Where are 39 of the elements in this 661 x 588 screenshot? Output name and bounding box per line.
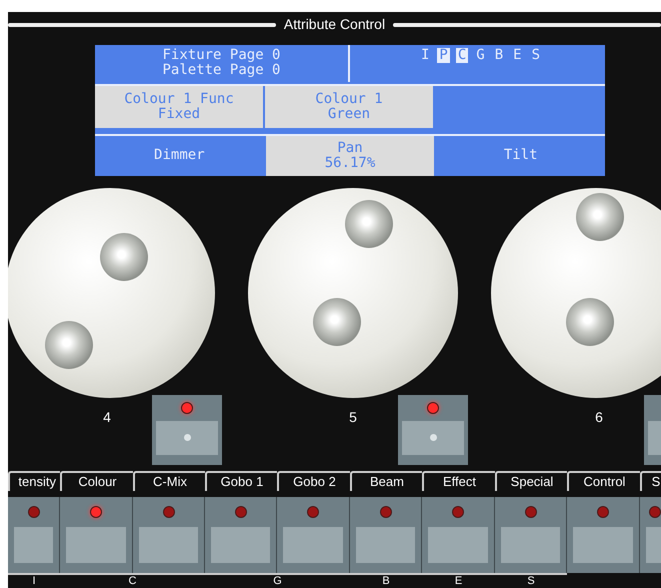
group-label: C	[126, 575, 138, 588]
wheel-assignment-cell[interactable]: Pan 56.17%	[266, 136, 434, 176]
attribute-tab[interactable]: Special	[495, 471, 567, 492]
attribute-tab[interactable]: Control	[567, 471, 640, 492]
attribute-button[interactable]	[133, 497, 205, 574]
attribute-button[interactable]	[350, 497, 422, 574]
wheel-assignment-cell[interactable]: Dimmer	[95, 136, 264, 176]
attribute-tab[interactable]: C-Mix	[133, 471, 205, 492]
attribute-group-toggle[interactable]: E	[511, 48, 524, 63]
attribute-button[interactable]	[567, 497, 640, 574]
attribute-tab[interactable]: Gobo 1	[205, 471, 277, 492]
attribute-button[interactable]	[8, 497, 60, 574]
attribute-tab[interactable]: S	[640, 471, 661, 492]
attribute-group-toggle[interactable]: B	[492, 48, 506, 63]
fixture-page-label: Fixture Page 0	[162, 48, 280, 64]
attribute-group-toggle[interactable]: I	[418, 48, 432, 63]
attribute-tab[interactable]: tensity	[8, 471, 60, 492]
attribute-tab[interactable]: Beam	[350, 471, 422, 492]
attribute-button[interactable]	[640, 497, 661, 574]
attribute-tab[interactable]: Colour	[60, 471, 133, 492]
attribute-button[interactable]	[277, 497, 350, 574]
encoder-number: 5	[348, 408, 358, 427]
encoder-number: 6	[594, 408, 604, 427]
encoder-number: 4	[102, 408, 112, 427]
attribute-group-toggle[interactable]: P	[437, 48, 450, 63]
attribute-group-toggle[interactable]: S	[530, 48, 542, 63]
attribute-button[interactable]	[422, 497, 495, 574]
attribute-button[interactable]	[60, 497, 133, 574]
attribute-group-toggle[interactable]: C	[456, 48, 468, 63]
wheel-assignment-cell[interactable]: Tilt	[436, 136, 606, 176]
attribute-tab[interactable]: Effect	[422, 471, 495, 492]
attribute-button[interactable]	[205, 497, 277, 574]
attribute-tab[interactable]: Gobo 2	[277, 471, 350, 492]
attribute-button[interactable]	[495, 497, 567, 574]
palette-page-label: Palette Page 0	[162, 63, 280, 78]
window-title: Attribute Control	[284, 15, 386, 34]
group-label: S	[525, 575, 537, 588]
group-label: G	[271, 575, 284, 588]
attribute-group-toggle[interactable]: G	[474, 48, 487, 63]
